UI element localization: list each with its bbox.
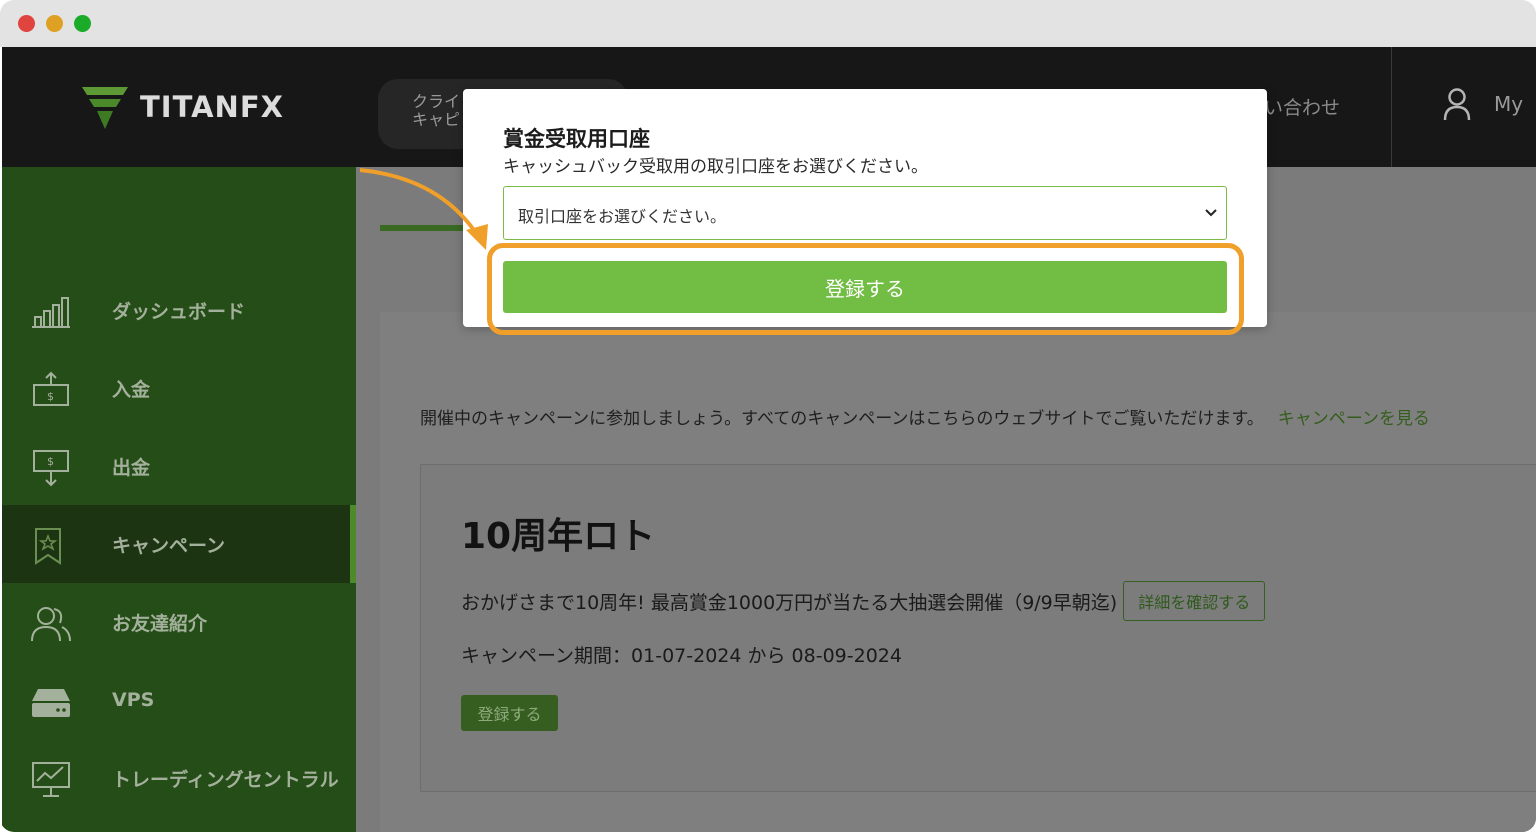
server-icon	[32, 689, 70, 717]
browser-window: TITANFX クライ キャピ い合わせ My ダッシュボード $ 入金 $ 出…	[0, 0, 1536, 832]
campaign-card: 10周年ロト おかげさまで10周年! 最高賞金1000万円が当たる大抽選会開催（…	[420, 464, 1536, 792]
modal-subtitle: キャッシュバック受取用の取引口座をお選びください。	[503, 157, 928, 177]
sidebar-item-trading-central[interactable]: トレーディングセントラル	[2, 739, 356, 817]
client-label-line1: クライ	[412, 92, 461, 111]
sidebar-item-withdraw[interactable]: $ 出金	[2, 427, 356, 505]
monitor-chart-icon	[32, 762, 70, 797]
sidebar-item-label: VPS	[112, 689, 155, 711]
sidebar-item-deposit[interactable]: $ 入金	[2, 349, 356, 427]
sidebar-item-refer-friend[interactable]: お友達紹介	[2, 583, 356, 661]
campaign-register-button[interactable]: 登録する	[461, 695, 558, 731]
view-campaigns-link[interactable]: キャンペーンを見る	[1278, 409, 1430, 429]
chevron-down-icon	[1205, 209, 1217, 217]
minimize-window-button[interactable]	[46, 15, 63, 32]
client-label-line2: キャピ	[412, 110, 461, 129]
campaign-badge-icon	[35, 528, 61, 565]
sidebar-item-vps[interactable]: VPS	[2, 661, 356, 739]
logo-text: TITANFX	[140, 90, 284, 124]
titanfx-logo[interactable]: TITANFX	[80, 83, 284, 131]
intro-text: 開催中のキャンペーンに参加しましょう。すべてのキャンペーンはこちらのウェブサイト…	[420, 409, 1264, 429]
campaign-panel: 開催中のキャンペーンに参加しましょう。すべてのキャンペーンはこちらのウェブサイト…	[380, 312, 1536, 832]
bar-chart-icon	[32, 297, 70, 328]
nav-divider	[1391, 47, 1392, 167]
campaign-intro: 開催中のキャンペーンに参加しましょう。すべてのキャンペーンはこちらのウェブサイト…	[420, 404, 1430, 429]
pointer-arrow-icon	[359, 168, 488, 250]
sidebar-item-dashboard[interactable]: ダッシュボード	[2, 271, 356, 349]
campaign-description: おかげさまで10周年! 最高賞金1000万円が当たる大抽選会開催（9/9早朝迄)	[461, 591, 1118, 614]
my-account-menu[interactable]: My	[1442, 87, 1523, 121]
withdraw-icon: $	[33, 450, 69, 487]
svg-text:$: $	[47, 390, 54, 403]
my-account-label: My	[1494, 92, 1524, 116]
modal-title: 賞金受取用口座	[503, 127, 650, 151]
contact-link[interactable]: い合わせ	[1264, 93, 1340, 120]
account-select-modal: 賞金受取用口座 キャッシュバック受取用の取引口座をお選びください。 取引口座をお…	[463, 89, 1267, 327]
titanfx-shield-icon	[82, 87, 128, 129]
trading-account-select[interactable]: 取引口座をお選びください。	[503, 186, 1227, 240]
sidebar-item-label: トレーディングセントラル	[112, 768, 339, 791]
sidebar-item-label: キャンペーン	[112, 534, 226, 557]
register-submit-button[interactable]: 登録する	[503, 261, 1227, 313]
select-placeholder: 取引口座をお選びください。	[518, 207, 727, 226]
maximize-window-button[interactable]	[74, 15, 91, 32]
view-details-button[interactable]: 詳細を確認する	[1123, 581, 1266, 621]
sidebar-item-label: 入金	[112, 378, 151, 401]
svg-text:$: $	[47, 455, 54, 468]
window-titlebar	[0, 0, 1536, 47]
user-icon	[1443, 88, 1471, 121]
sidebar-item-campaign[interactable]: キャンペーン	[2, 505, 356, 583]
sidebar-item-label: お友達紹介	[112, 612, 208, 635]
sidebar-item-label: ダッシュボード	[112, 300, 246, 323]
friends-icon	[31, 607, 71, 642]
sidebar-item-label: 出金	[112, 456, 151, 479]
sidebar: ダッシュボード $ 入金 $ 出金 キャンペーン お友達紹介 VPS トレーディ…	[2, 167, 356, 832]
campaign-title: 10周年ロト	[461, 516, 656, 557]
campaign-period: キャンペーン期間：01-07-2024 から 08-09-2024	[461, 645, 902, 667]
deposit-icon: $	[33, 371, 69, 406]
close-window-button[interactable]	[18, 15, 35, 32]
